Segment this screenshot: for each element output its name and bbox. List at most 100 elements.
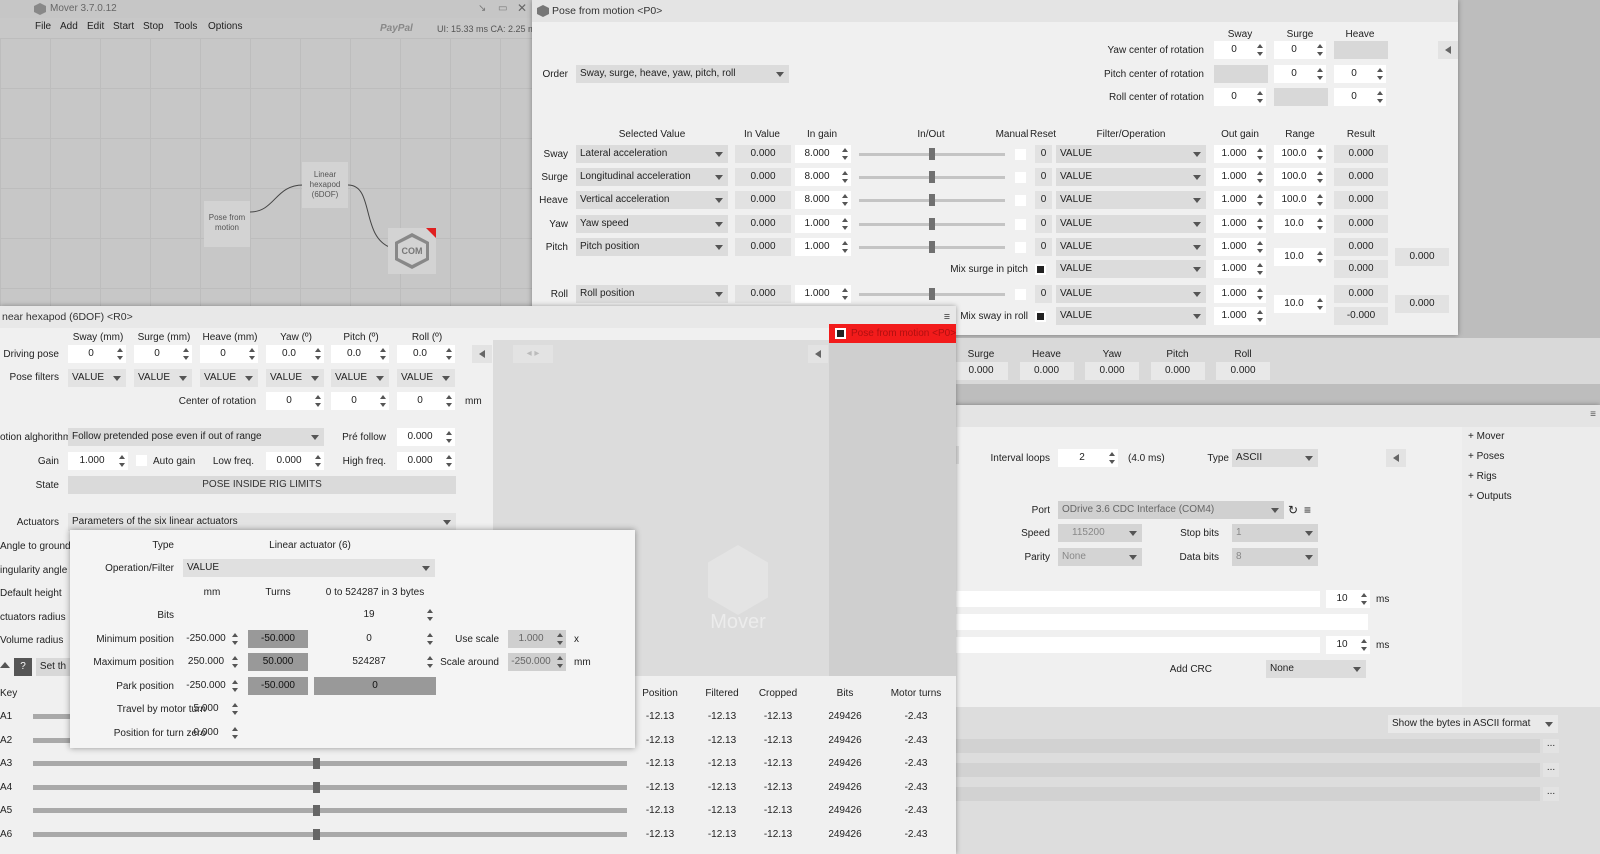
yaw-range[interactable]: 10.0 — [1274, 215, 1326, 233]
heave-manual-checkbox[interactable] — [1015, 195, 1026, 206]
mix-surge-checkbox[interactable] — [1035, 264, 1046, 275]
start-string-field[interactable] — [940, 591, 1320, 607]
popup-min-bits[interactable]: 0 — [314, 630, 436, 648]
popup-bits[interactable]: 19 — [314, 606, 436, 624]
stop-string-field[interactable] — [940, 637, 1320, 653]
popup-min-mm[interactable]: -250.000 — [183, 630, 241, 648]
order-select[interactable]: Sway, surge, heave, yaw, pitch, roll — [576, 65, 789, 83]
pitch-range[interactable]: 10.0 — [1274, 248, 1326, 266]
start-delay[interactable]: 10 — [1326, 590, 1370, 608]
refresh-icon[interactable]: ↻ — [1288, 503, 1298, 517]
log-line-3-button[interactable]: ... — [1543, 787, 1559, 801]
pitch-selected-value[interactable]: Pitch position — [576, 238, 728, 256]
list-icon[interactable]: ≡ — [1304, 503, 1311, 517]
sway-range[interactable]: 100.0 — [1274, 145, 1326, 163]
popup-park-mm[interactable]: -250.000 — [183, 677, 241, 695]
pose-filter-5[interactable]: VALUE — [397, 369, 455, 387]
pose-from-motion-link[interactable]: Pose from motion <P0> — [829, 324, 956, 343]
surge-manual-checkbox[interactable] — [1015, 172, 1026, 183]
mix-sway-filter[interactable]: VALUE — [1056, 307, 1206, 325]
roll-center-sway[interactable]: 0 — [1214, 88, 1266, 106]
highfreq-input[interactable]: 0.000 — [397, 452, 455, 470]
sway-selected-value[interactable]: Lateral acceleration — [576, 145, 728, 163]
help-button[interactable]: ? — [14, 658, 32, 676]
roll-selected-value[interactable]: Roll position — [576, 285, 728, 303]
yaw-manual-checkbox[interactable] — [1015, 219, 1026, 230]
collapse-up-icon[interactable] — [0, 662, 10, 668]
yaw-inout-slider[interactable] — [859, 215, 1005, 233]
port-select[interactable]: ODrive 3.6 CDC Interface (COM4) — [1058, 501, 1284, 519]
tree-rigs[interactable]: + Rigs — [1468, 470, 1497, 484]
roll-range[interactable]: 10.0 — [1274, 295, 1326, 313]
close-icon[interactable]: ✕ — [517, 1, 527, 15]
pose-filter-0[interactable]: VALUE — [68, 369, 126, 387]
cor-heave[interactable]: 0 — [397, 392, 455, 410]
lowfreq-input[interactable]: 0.000 — [266, 452, 324, 470]
sway-out-gain[interactable]: 1.000 — [1214, 145, 1266, 163]
mix-sway-checkbox[interactable] — [1035, 311, 1046, 322]
pitch-filter-select[interactable]: VALUE — [1056, 238, 1206, 256]
yaw-in-gain[interactable]: 1.000 — [795, 215, 851, 233]
yaw-center-sway[interactable]: 0 — [1214, 41, 1266, 59]
hex-collapse-button[interactable] — [472, 345, 492, 363]
driving-pose-1[interactable]: 0 — [134, 345, 192, 363]
output-string-field[interactable] — [940, 614, 1368, 630]
yaw-center-surge[interactable]: 0 — [1274, 41, 1326, 59]
heave-inout-slider[interactable] — [859, 191, 1005, 209]
menu-options[interactable]: Options — [208, 20, 242, 34]
node-pose-from-motion[interactable]: Pose from motion — [204, 201, 250, 247]
pitch-center-surge[interactable]: 0 — [1274, 65, 1326, 83]
popup-max-mm[interactable]: 250.000 — [183, 653, 241, 671]
tree-mover[interactable]: + Mover — [1468, 430, 1504, 444]
heave-filter-select[interactable]: VALUE — [1056, 191, 1206, 209]
sway-manual-checkbox[interactable] — [1015, 149, 1026, 160]
surge-range[interactable]: 100.0 — [1274, 168, 1326, 186]
heave-reset-value[interactable]: 0 — [1035, 191, 1052, 209]
maximize-icon[interactable]: ▭ — [498, 2, 507, 16]
yaw-filter-select[interactable]: VALUE — [1056, 215, 1206, 233]
popup-travel[interactable]: 5.000 — [183, 700, 241, 718]
node-com[interactable]: COM — [388, 228, 436, 274]
tree-poses[interactable]: + Poses — [1468, 450, 1504, 464]
node-linear-hexapod[interactable]: Linear hexapod (6DOF) — [302, 162, 348, 208]
yaw-reset-value[interactable]: 0 — [1035, 215, 1052, 233]
cor-sway[interactable]: 0 — [266, 392, 324, 410]
heave-range[interactable]: 100.0 — [1274, 191, 1326, 209]
mix-sway-out[interactable]: 1.000 — [1214, 307, 1266, 325]
log-line-1-button[interactable]: ... — [1543, 739, 1559, 753]
pitch-manual-checkbox[interactable] — [1015, 242, 1026, 253]
type-select[interactable]: ASCII — [1232, 449, 1318, 467]
menu-edit[interactable]: Edit — [87, 20, 104, 34]
autogain-checkbox[interactable] — [136, 455, 147, 466]
view-prev-button[interactable]: ◂ ▸ — [513, 345, 553, 363]
driving-pose-0[interactable]: 0 — [68, 345, 126, 363]
link-checkbox[interactable] — [835, 328, 846, 339]
interval-loops[interactable]: 2 — [1058, 449, 1118, 467]
prefollow-input[interactable]: 0.000 — [397, 428, 455, 446]
bytes-format-select[interactable]: Show the bytes in ASCII format — [1388, 715, 1558, 733]
surge-filter-select[interactable]: VALUE — [1056, 168, 1206, 186]
roll-reset-value[interactable]: 0 — [1035, 285, 1052, 303]
driving-pose-3[interactable]: 0.0 — [266, 345, 324, 363]
popup-usescale[interactable]: 1.000 — [508, 630, 566, 648]
yaw-selected-value[interactable]: Yaw speed — [576, 215, 728, 233]
menu-add[interactable]: Add — [60, 20, 78, 34]
roll-center-heave[interactable]: 0 — [1334, 88, 1386, 106]
pfm-collapse-button[interactable] — [1438, 41, 1458, 59]
cor-surge[interactable]: 0 — [331, 392, 389, 410]
actuators-select[interactable]: Parameters of the six linear actuators — [68, 513, 456, 531]
stop-delay[interactable]: 10 — [1326, 636, 1370, 654]
sway-inout-slider[interactable] — [859, 145, 1005, 163]
mix-surge-out[interactable]: 1.000 — [1214, 260, 1266, 278]
sway-filter-select[interactable]: VALUE — [1056, 145, 1206, 163]
heave-out-gain[interactable]: 1.000 — [1214, 191, 1266, 209]
heave-selected-value[interactable]: Vertical acceleration — [576, 191, 728, 209]
yaw-out-gain[interactable]: 1.000 — [1214, 215, 1266, 233]
pitch-reset-value[interactable]: 0 — [1035, 238, 1052, 256]
set-button[interactable]: Set th — [36, 658, 70, 676]
surge-in-gain[interactable]: 8.000 — [795, 168, 851, 186]
driving-pose-4[interactable]: 0.0 — [331, 345, 389, 363]
mix-surge-filter[interactable]: VALUE — [1056, 260, 1206, 278]
popup-zero[interactable]: 0.000 — [183, 724, 241, 742]
pose-filter-4[interactable]: VALUE — [331, 369, 389, 387]
